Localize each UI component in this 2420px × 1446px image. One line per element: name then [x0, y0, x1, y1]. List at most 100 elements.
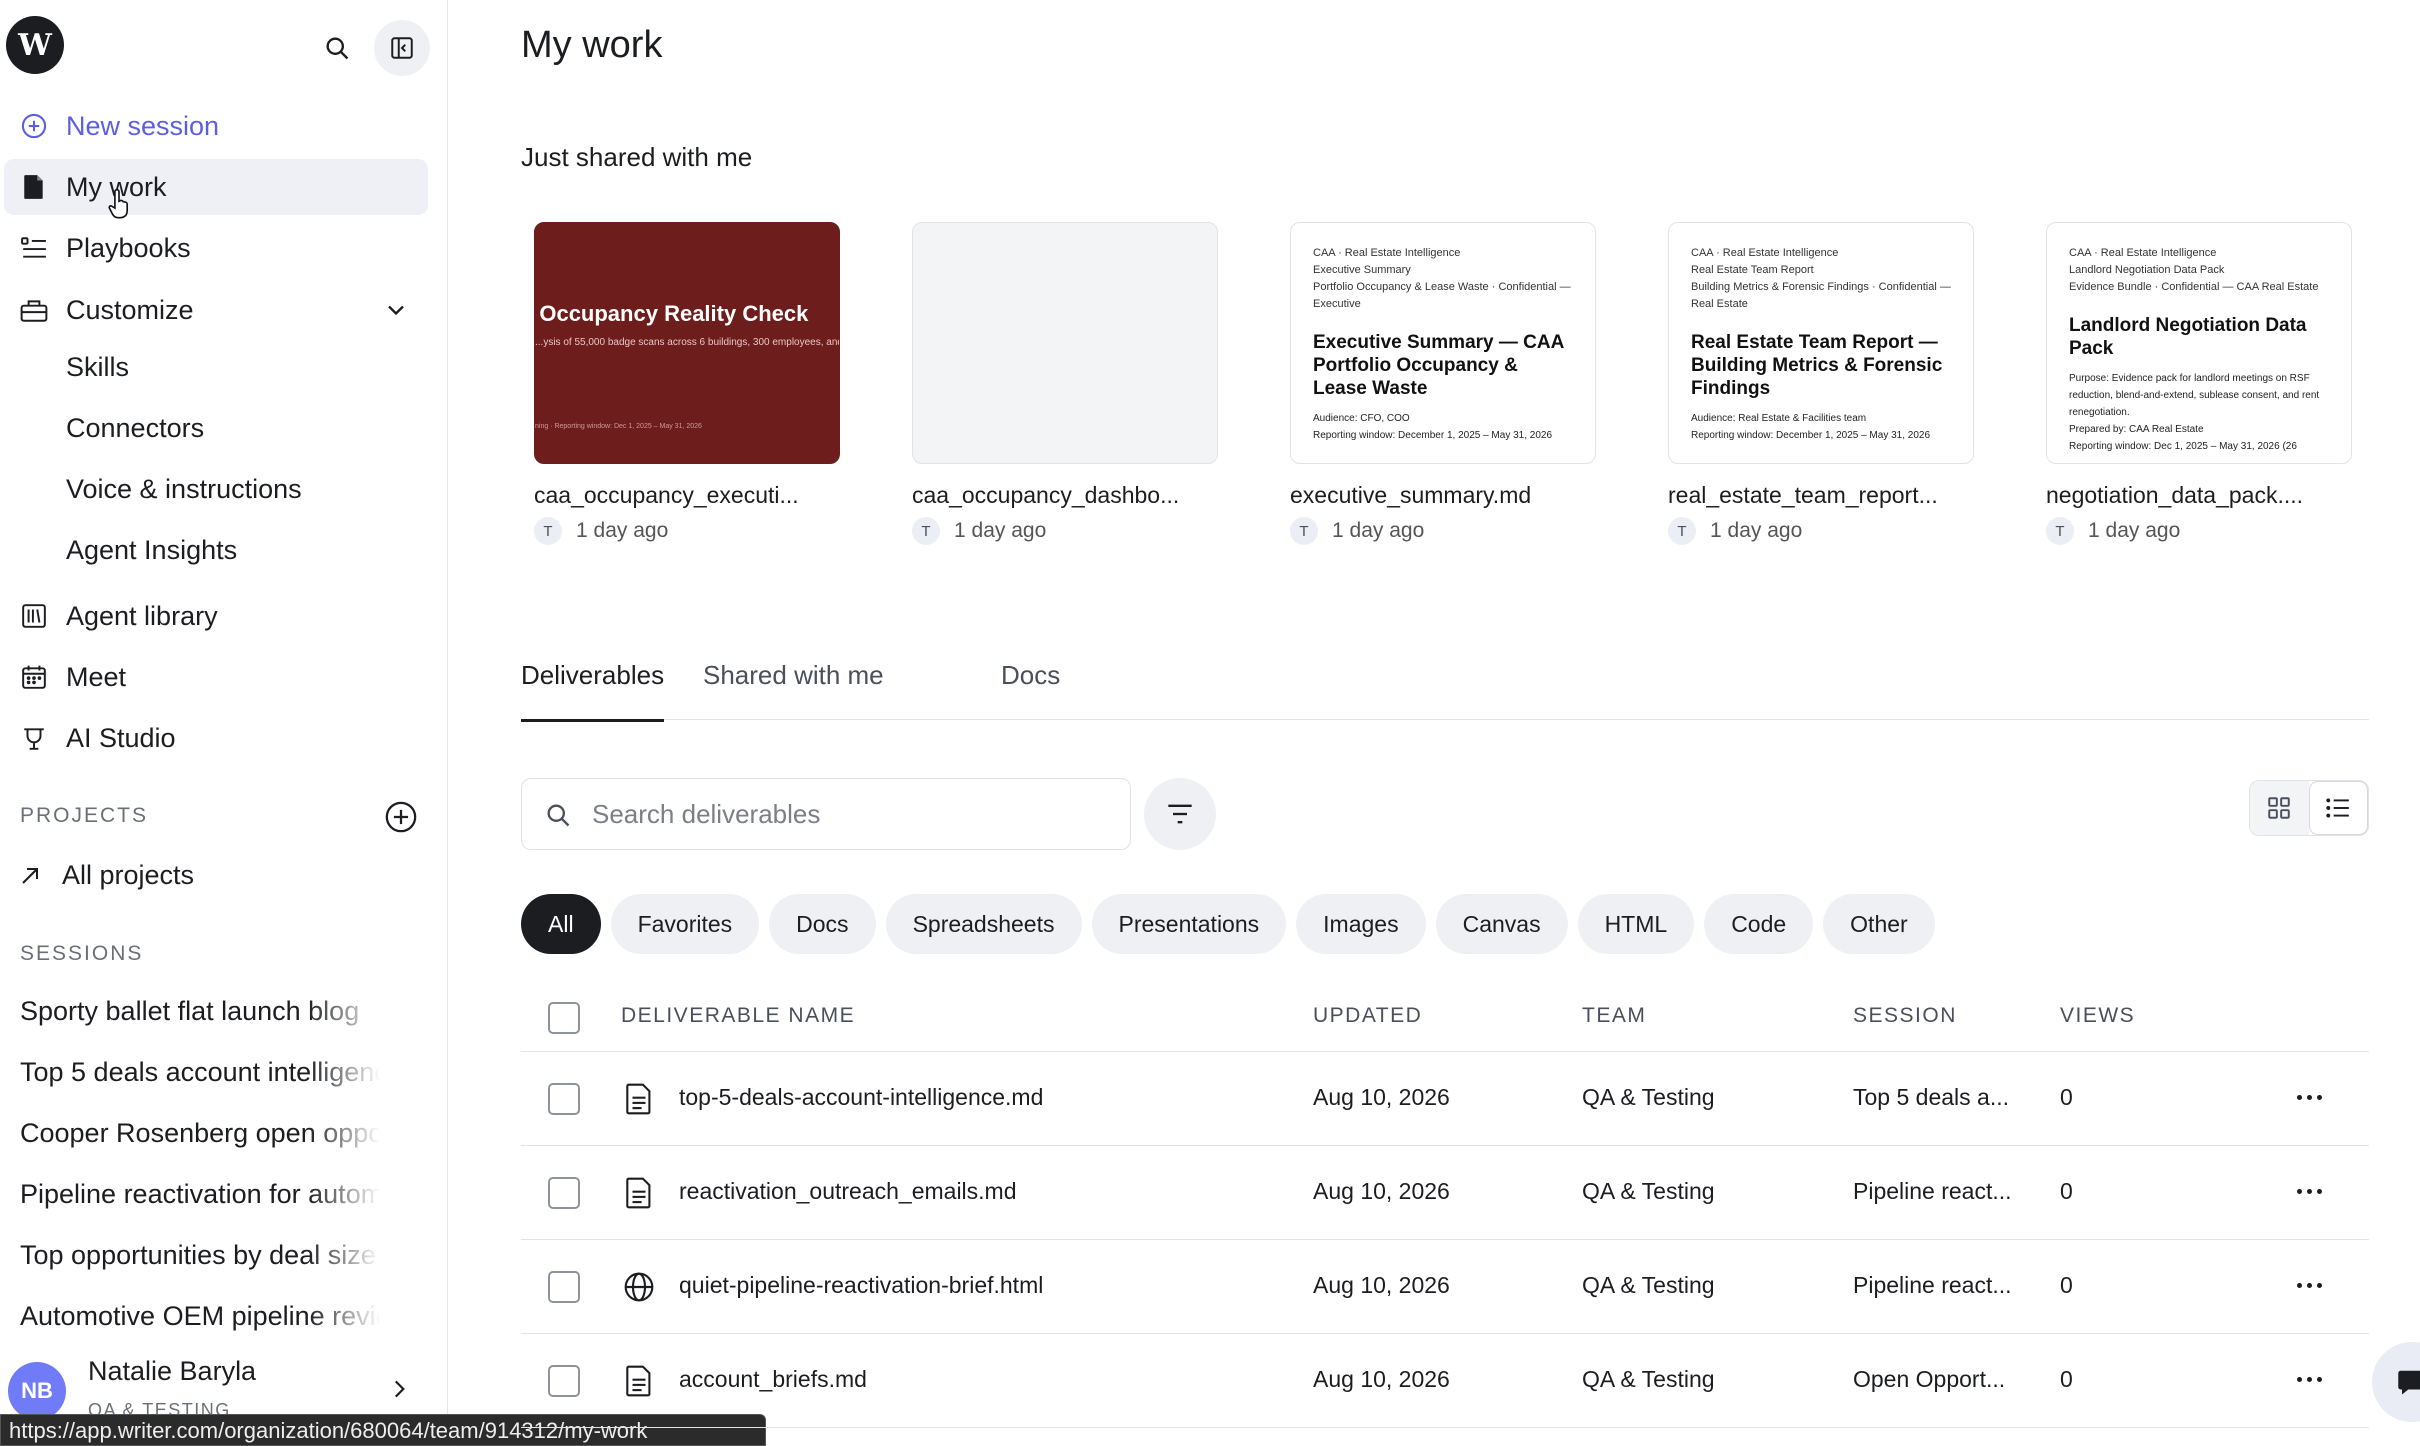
- search-icon[interactable]: [309, 20, 365, 76]
- deliverable-name[interactable]: quiet-pipeline-reactivation-brief.html: [679, 1272, 1043, 1299]
- chip-code[interactable]: Code: [1704, 894, 1814, 954]
- doc-meta-line: Landlord Negotiation Data Pack: [2069, 264, 2225, 276]
- chip-favorites[interactable]: Favorites: [610, 894, 760, 954]
- sidebar-item-connectors[interactable]: Connectors: [66, 413, 204, 443]
- chevron-right-icon: [394, 1380, 405, 1398]
- card-time: 1 day ago: [2088, 519, 2181, 542]
- card-time: 1 day ago: [576, 519, 669, 542]
- session-item[interactable]: Cooper Rosenberg open opportunities: [20, 1118, 380, 1149]
- blank-thumbnail: [912, 222, 1218, 464]
- more-options-icon[interactable]: [2291, 1176, 2327, 1206]
- shared-card[interactable]: CAA · Real Estate Intelligence Executive…: [1290, 222, 1596, 545]
- hand-cursor-icon: [108, 189, 128, 219]
- more-options-icon[interactable]: [2291, 1270, 2327, 1300]
- deliverable-name[interactable]: reactivation_outreach_emails.md: [679, 1178, 1017, 1205]
- chat-button[interactable]: [2372, 1342, 2420, 1428]
- doc-line: Reporting window: Dec 1, 2025 – May 31, …: [2069, 441, 2297, 452]
- owner-badge: T: [912, 517, 940, 545]
- more-options-icon[interactable]: [2291, 1364, 2327, 1394]
- chip-html[interactable]: HTML: [1577, 894, 1695, 954]
- row-checkbox[interactable]: [548, 1177, 580, 1209]
- search-input[interactable]: [592, 793, 1092, 835]
- sidebar-item-agent-insights[interactable]: Agent Insights: [66, 535, 237, 565]
- page-title: My work: [521, 24, 663, 66]
- shared-card[interactable]: caa_occupancy_dashbo... T 1 day ago: [912, 222, 1218, 545]
- row-checkbox[interactable]: [548, 1083, 580, 1115]
- chip-docs[interactable]: Docs: [769, 894, 876, 954]
- session-item[interactable]: Top 5 deals account intelligence: [20, 1057, 380, 1088]
- search-box: [521, 778, 1131, 850]
- column-header-updated[interactable]: UPDATED: [1313, 1004, 1422, 1028]
- chip-all[interactable]: All: [521, 894, 601, 954]
- collapse-sidebar-icon[interactable]: [374, 20, 430, 76]
- all-projects-link[interactable]: All projects: [18, 860, 194, 891]
- table-row[interactable]: account_briefs.md Aug 10, 2026 QA & Test…: [521, 1334, 2369, 1428]
- new-session-button[interactable]: New session: [4, 98, 428, 154]
- session-name: Pipeline react...: [1853, 1178, 2012, 1204]
- chip-presentations[interactable]: Presentations: [1091, 894, 1287, 954]
- chip-images[interactable]: Images: [1296, 894, 1426, 954]
- list-view-button[interactable]: [2308, 781, 2368, 835]
- sidebar-item-skills[interactable]: Skills: [66, 352, 129, 382]
- filter-button[interactable]: [1144, 778, 1216, 850]
- shared-card[interactable]: CAA · Real Estate Intelligence Real Esta…: [1668, 222, 1974, 545]
- add-project-icon[interactable]: [384, 800, 418, 834]
- list-icon: [2326, 798, 2350, 818]
- writer-logo[interactable]: W: [6, 16, 64, 74]
- session-item[interactable]: Automotive OEM pipeline review: [20, 1301, 380, 1332]
- column-header-views[interactable]: VIEWS: [2060, 1004, 2135, 1028]
- shared-card[interactable]: e Occupancy Reality Check ...ysis of 55,…: [534, 222, 840, 545]
- row-checkbox[interactable]: [548, 1365, 580, 1397]
- owner-badge: T: [1290, 517, 1318, 545]
- plus-circle-icon: [20, 112, 48, 140]
- session-item[interactable]: Sporty ballet flat launch blog: [20, 996, 380, 1027]
- document-thumbnail: CAA · Real Estate Intelligence Real Esta…: [1668, 222, 1974, 464]
- sidebar: W New session My work Playbooks Customiz…: [0, 0, 448, 1446]
- sidebar-item-playbooks[interactable]: Playbooks: [4, 220, 428, 276]
- sidebar-item-meet[interactable]: Meet: [4, 649, 428, 705]
- card-time: 1 day ago: [954, 519, 1047, 542]
- sidebar-item-ai-studio[interactable]: AI Studio: [4, 710, 428, 766]
- thumbnail-subtitle: ...ysis of 55,000 badge scans across 6 b…: [535, 337, 839, 348]
- owner-badge: T: [2046, 517, 2074, 545]
- doc-title: Executive Summary — CAA Portfolio Occupa…: [1313, 332, 1564, 399]
- column-header-session[interactable]: SESSION: [1853, 1004, 2021, 1028]
- sidebar-item-my-work[interactable]: My work: [4, 159, 428, 219]
- session-item[interactable]: Top opportunities by deal size: [20, 1240, 380, 1271]
- chip-other[interactable]: Other: [1823, 894, 1935, 954]
- document-icon: [623, 1176, 655, 1210]
- session-item[interactable]: Pipeline reactivation for automotive: [20, 1179, 380, 1210]
- thumbnail-title: e Occupancy Reality Check: [534, 301, 809, 326]
- session-name: Pipeline react...: [1853, 1272, 2012, 1298]
- more-options-icon[interactable]: [2291, 1082, 2327, 1112]
- tab-docs[interactable]: Docs: [1001, 660, 1060, 719]
- table-row[interactable]: reactivation_outreach_emails.md Aug 10, …: [521, 1146, 2369, 1240]
- sidebar-item-agent-library[interactable]: Agent library: [4, 588, 428, 644]
- chevron-down-icon[interactable]: [382, 296, 410, 324]
- tab-shared-with-me[interactable]: Shared with me: [703, 660, 884, 719]
- chip-canvas[interactable]: Canvas: [1435, 894, 1568, 954]
- doc-meta-line: Evidence Bundle · Confidential — CAA Rea…: [2069, 281, 2319, 293]
- select-all-checkbox[interactable]: [548, 1002, 580, 1034]
- column-header-name[interactable]: DELIVERABLE NAME: [621, 1004, 855, 1028]
- shared-card[interactable]: CAA · Real Estate Intelligence Landlord …: [2046, 222, 2352, 545]
- table-row[interactable]: quiet-pipeline-reactivation-brief.html A…: [521, 1240, 2369, 1334]
- chip-spreadsheets[interactable]: Spreadsheets: [885, 894, 1082, 954]
- tab-deliverables[interactable]: Deliverables: [521, 660, 665, 722]
- deliverable-name[interactable]: top-5-deals-account-intelligence.md: [679, 1084, 1043, 1111]
- views-count: 0: [2060, 1178, 2073, 1204]
- views-count: 0: [2060, 1084, 2073, 1110]
- card-meta: T 1 day ago: [2046, 517, 2352, 545]
- card-meta: T 1 day ago: [534, 517, 840, 545]
- doc-meta-line: Executive: [1313, 298, 1361, 310]
- table-row[interactable]: top-5-deals-account-intelligence.md Aug …: [521, 1052, 2369, 1146]
- sidebar-item-voice-instructions[interactable]: Voice & instructions: [66, 474, 302, 504]
- grid-view-button[interactable]: [2250, 781, 2309, 835]
- library-icon: [20, 602, 48, 630]
- row-checkbox[interactable]: [548, 1271, 580, 1303]
- doc-line: Reporting window: December 1, 2025 – May…: [1691, 430, 1931, 441]
- deliverable-name[interactable]: account_briefs.md: [679, 1366, 867, 1393]
- sidebar-item-customize[interactable]: Customize: [4, 282, 428, 338]
- avatar: NB: [8, 1362, 66, 1420]
- column-header-team[interactable]: TEAM: [1582, 1004, 1646, 1028]
